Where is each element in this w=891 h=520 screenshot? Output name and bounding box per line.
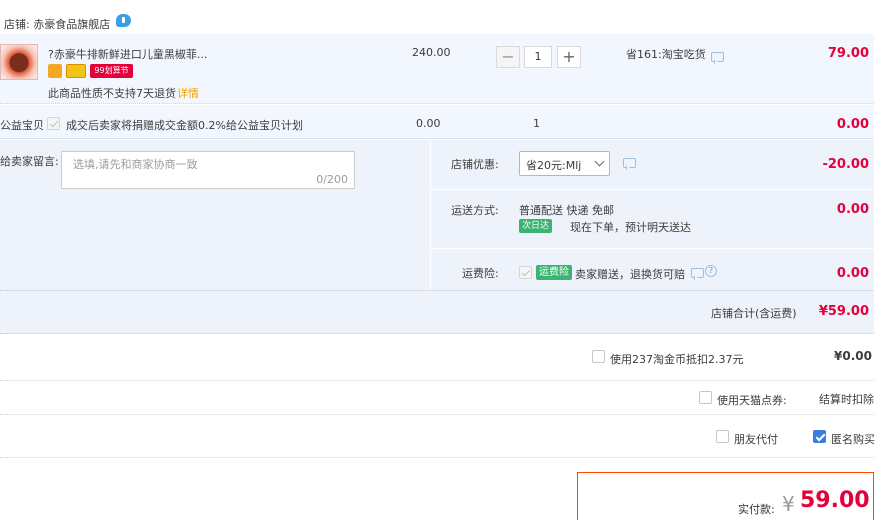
shipping-method: 普通配送 快递 免邮	[519, 204, 614, 217]
coins-checkbox[interactable]	[592, 350, 605, 363]
order-options: 给卖家留言: 选填,请先和商家协商一致 0/200 店铺优惠: 省20元:Mlj…	[0, 140, 874, 290]
payable-amount: 59.00	[800, 488, 870, 513]
shop-total-amount: ¥59.00	[818, 304, 869, 319]
return-policy: 此商品性质不支持7天退货	[48, 87, 176, 100]
quantity-input[interactable]: 1	[524, 46, 552, 68]
quantity-stepper: − 1 +	[496, 45, 581, 69]
insurance-amount: 0.00	[836, 266, 869, 281]
message-label: 给卖家留言:	[0, 155, 59, 168]
promo-tag: 99划算节	[90, 64, 133, 78]
currency-symbol: ¥	[782, 492, 795, 516]
charity-price: 0.00	[416, 117, 441, 130]
shop-total-row: 店铺合计(含运费) ¥59.00	[0, 290, 874, 334]
message-counter: 0/200	[316, 173, 348, 186]
tmall-points-label: 使用天猫点券:	[717, 394, 787, 407]
friend-pay-label: 朋友代付	[734, 433, 778, 446]
coupon-selected: 省20元:Mlj	[526, 159, 582, 172]
item-thumbnail[interactable]	[0, 44, 38, 80]
charity-row: 公益宝贝 成交后卖家将捐赠成交金额0.2%给公益宝贝计划 0.00 1 0.00	[0, 105, 874, 139]
coins-label: 使用237淘金币抵扣2.37元	[610, 353, 744, 366]
charity-desc: 成交后卖家将捐赠成交金额0.2%给公益宝贝计划	[66, 119, 303, 132]
payable-box: 实付款: ¥ 59.00	[577, 472, 874, 520]
shop-header: 店铺: 赤豪食品旗舰店	[0, 8, 891, 32]
item-discount: 省161:淘宝吃货	[626, 48, 706, 61]
wangwang-chat-icon[interactable]	[116, 14, 131, 27]
charity-subtotal: 0.00	[836, 117, 869, 132]
shipping-note: 现在下单，预计明天送达	[570, 221, 691, 234]
discount-info-icon[interactable]	[711, 52, 724, 62]
shipping-amount: 0.00	[836, 202, 869, 217]
friend-pay-checkbox[interactable]	[716, 430, 729, 443]
coins-amount: ¥0.00	[834, 349, 872, 363]
coupon-label: 店铺优惠:	[451, 158, 499, 171]
increase-button[interactable]: +	[557, 46, 581, 68]
insurance-badge: 运费险	[536, 265, 572, 280]
next-day-badge: 次日达	[519, 219, 553, 233]
shipping-label: 运送方式:	[451, 204, 499, 217]
insurance-label: 运费险:	[462, 267, 499, 280]
shop-name[interactable]: 店铺: 赤豪食品旗舰店	[4, 16, 110, 32]
message-textarea[interactable]: 选填,请先和商家协商一致 0/200	[61, 151, 355, 189]
item-subtotal: 79.00	[827, 46, 869, 61]
coupon-info-icon[interactable]	[623, 158, 636, 168]
details-link[interactable]: 详情	[177, 85, 199, 101]
coupon-select[interactable]: 省20元:Mlj	[519, 151, 610, 176]
charity-checkbox	[47, 117, 60, 130]
insurance-checkbox	[519, 266, 532, 279]
decrease-button[interactable]: −	[496, 46, 520, 68]
payable-label: 实付款:	[738, 503, 775, 516]
charity-qty: 1	[533, 117, 540, 130]
tag-icon-1	[48, 64, 62, 78]
order-item-row: ?赤豪牛排新鲜进口儿童黑椒菲... 99划算节 此商品性质不支持7天退货 详情 …	[0, 34, 874, 104]
unit-price: 240.00	[412, 46, 451, 59]
insurance-desc: 卖家赠送，退换货可赔	[575, 268, 685, 281]
anonymous-checkbox[interactable]	[813, 430, 826, 443]
shop-total-label: 店铺合计(含运费)	[711, 307, 797, 320]
help-icon[interactable]: ?	[705, 265, 717, 277]
coupon-amount: -20.00	[822, 157, 869, 172]
tag-icon-2	[66, 64, 86, 78]
charity-label: 公益宝贝	[0, 119, 44, 132]
message-placeholder: 选填,请先和商家协商一致	[73, 158, 198, 171]
tmall-points-checkbox[interactable]	[699, 391, 712, 404]
anonymous-label: 匿名购买	[831, 433, 875, 446]
item-title[interactable]: ?赤豪牛排新鲜进口儿童黑椒菲...	[48, 46, 207, 62]
insurance-info-icon[interactable]	[691, 268, 704, 278]
chevron-down-icon	[594, 156, 605, 167]
tmall-points-note: 结算时扣除	[819, 393, 874, 406]
